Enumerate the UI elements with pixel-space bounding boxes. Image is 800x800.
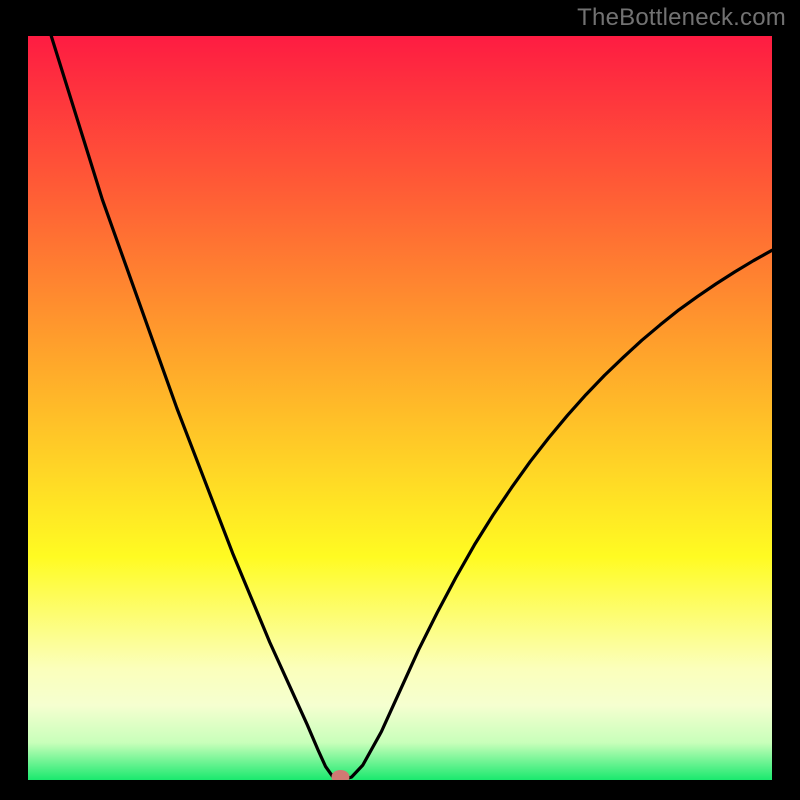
chart-svg — [28, 36, 772, 780]
watermark-text: TheBottleneck.com — [577, 4, 786, 32]
gradient-rect — [28, 36, 772, 780]
chart-frame: TheBottleneck.com — [0, 0, 800, 800]
plot-area — [28, 36, 772, 780]
